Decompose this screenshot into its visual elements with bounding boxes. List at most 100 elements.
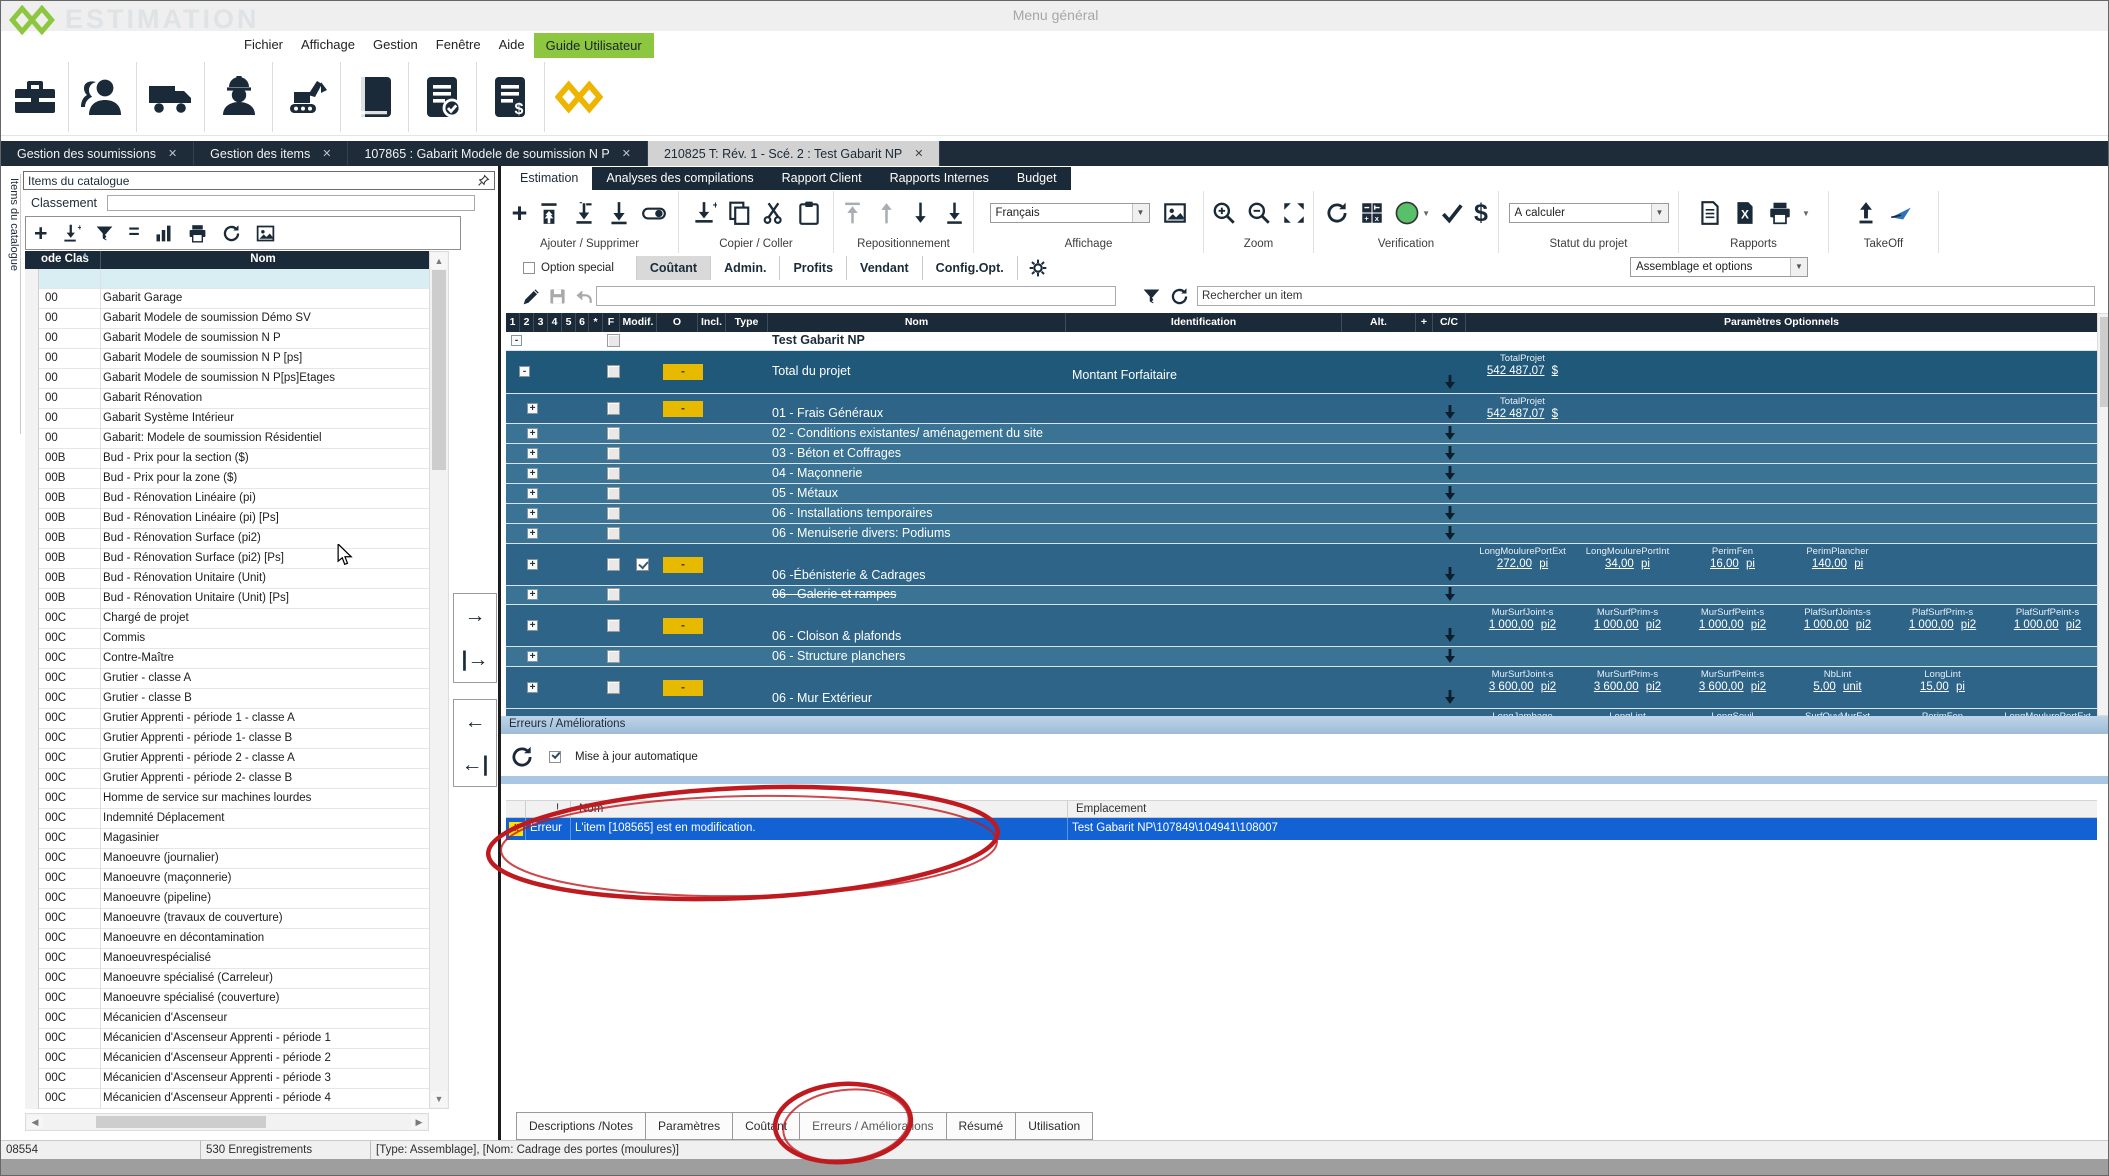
errors-col-severity[interactable]: !: [556, 803, 559, 815]
grid-col-+[interactable]: +: [1416, 313, 1433, 332]
status-indicator[interactable]: ▼: [1394, 200, 1430, 226]
row-selector[interactable]: [25, 1049, 39, 1069]
f-checkbox[interactable]: [607, 527, 620, 540]
expand-icon[interactable]: +: [527, 508, 538, 519]
param-longmoulureportext[interactable]: LongMoulurePortExt272,00 pi: [1470, 546, 1575, 570]
document-tab[interactable]: Gestion des soumissions✕: [1, 141, 194, 166]
catalog-row[interactable]: 00CChargé de projet: [25, 609, 429, 629]
menu-item-fichier[interactable]: Fichier: [235, 33, 292, 56]
menu-item-guide-utilisateur[interactable]: Guide Utilisateur: [534, 33, 654, 58]
param-nblint[interactable]: NbLint5,00 unit: [1785, 669, 1890, 693]
zoom-fit-icon[interactable]: [1281, 200, 1307, 226]
move-top-icon[interactable]: [840, 200, 865, 226]
row-selector[interactable]: [25, 809, 39, 829]
paste-icon[interactable]: [796, 200, 822, 226]
option-flag[interactable]: -: [663, 557, 703, 573]
param-value[interactable]: 34,00 pi: [1575, 558, 1680, 570]
move-left-button[interactable]: ←: [465, 707, 486, 737]
refresh-icon[interactable]: [221, 223, 242, 244]
grid-col-alt-[interactable]: Alt.: [1342, 313, 1416, 332]
bottom-tab-descriptions-notes[interactable]: Descriptions /Notes: [516, 1112, 646, 1140]
row-selector[interactable]: [25, 349, 39, 369]
option-flag[interactable]: -: [663, 618, 703, 634]
refresh-icon[interactable]: [1324, 200, 1350, 226]
scroll-down-icon[interactable]: ▼: [431, 1091, 447, 1107]
param-plafsurfjoints-s[interactable]: PlafSurfJoints-s1 000,00 pi2: [1785, 607, 1890, 631]
close-icon[interactable]: ✕: [914, 147, 923, 160]
worker-icon[interactable]: [205, 62, 273, 132]
upload-icon[interactable]: [1853, 200, 1879, 226]
param-value[interactable]: 1 000,00 pi2: [1890, 619, 1995, 631]
catalog-row[interactable]: 00CGrutier Apprenti - période 1 - classe…: [25, 709, 429, 729]
scissors-icon[interactable]: [761, 200, 787, 226]
grid-row[interactable]: +04 - Maçonnerie: [506, 464, 2097, 484]
move-right-button[interactable]: →: [465, 601, 486, 631]
catalog-row[interactable]: 00BBud - Rénovation Surface (pi2): [25, 529, 429, 549]
catalog-row[interactable]: 00Gabarit Modele de soumission N P [ps]: [25, 349, 429, 369]
move-down-icon[interactable]: [908, 200, 933, 226]
toolbox-icon[interactable]: [1, 62, 69, 132]
row-selector[interactable]: [25, 649, 39, 669]
expand-icon[interactable]: +: [527, 403, 538, 414]
expand-icon[interactable]: +: [527, 528, 538, 539]
menu-item-affichage[interactable]: Affichage: [292, 33, 364, 56]
row-selector[interactable]: [25, 409, 39, 429]
cc-arrow-icon[interactable]: [1444, 649, 1456, 664]
catalog-row[interactable]: 00Gabarit Rénovation: [25, 389, 429, 409]
collapse-icon[interactable]: -: [519, 366, 530, 377]
grid-row[interactable]: +-01 - Frais GénérauxTotalProjet542 487,…: [506, 394, 2097, 424]
move-bottom-icon[interactable]: [942, 200, 967, 226]
grid-vscrollbar[interactable]: [2097, 313, 2109, 716]
catalog-row[interactable]: 00CManoeuvre (travaux de couverture): [25, 909, 429, 929]
catalog-row[interactable]: 00CManoeuvre spécialisé (couverture): [25, 989, 429, 1009]
param-value[interactable]: 3 600,00 pi2: [1575, 681, 1680, 693]
scroll-left-icon[interactable]: ◀: [27, 1115, 43, 1129]
filter-icon[interactable]: [94, 223, 115, 244]
f-checkbox[interactable]: [607, 681, 620, 694]
grid-col-4[interactable]: 4: [548, 313, 562, 332]
filter-icon[interactable]: [1141, 286, 1162, 307]
row-selector[interactable]: [25, 389, 39, 409]
statut-combobox[interactable]: À calculer ▼: [1509, 203, 1669, 223]
row-selector[interactable]: [25, 549, 39, 569]
param-value[interactable]: 16,00 pi: [1680, 558, 1785, 570]
catalog-row[interactable]: 00BBud - Rénovation Linéaire (pi): [25, 489, 429, 509]
row-selector[interactable]: [25, 689, 39, 709]
auto-update-checkbox[interactable]: [549, 751, 561, 763]
grid-col-identification[interactable]: Identification: [1066, 313, 1342, 332]
expand-icon[interactable]: +: [527, 620, 538, 631]
catalog-hscrollbar[interactable]: ◀ ▶: [25, 1113, 429, 1131]
catalog-row[interactable]: 00CMécanicien d'Ascenseur Apprenti - pér…: [25, 1029, 429, 1049]
grid-col-5[interactable]: 5: [562, 313, 576, 332]
move-right-all-button[interactable]: |→: [462, 645, 489, 675]
brand-diamond-gold-icon[interactable]: [545, 62, 613, 132]
grid-vscroll-thumb[interactable]: [2100, 317, 2108, 407]
expand-icon[interactable]: +: [527, 559, 538, 570]
chevron-down-icon[interactable]: ▼: [1802, 209, 1810, 218]
grid-col-o[interactable]: O: [657, 313, 698, 332]
scroll-up-icon[interactable]: ▲: [431, 253, 447, 269]
assemblage-combobox[interactable]: Assemblage et options ▼: [1630, 257, 1808, 277]
row-selector[interactable]: [25, 449, 39, 469]
cc-arrow-icon[interactable]: [1444, 446, 1456, 461]
catalog-row[interactable]: 00CManoeuvre en décontamination: [25, 929, 429, 949]
tab-analyses-des-compilations[interactable]: Analyses des compilations: [592, 167, 767, 190]
catalog-row[interactable]: 00CMécanicien d'Ascenseur Apprenti - pér…: [25, 1049, 429, 1069]
check-icon[interactable]: [1439, 200, 1465, 226]
row-selector[interactable]: [25, 529, 39, 549]
row-selector[interactable]: [25, 469, 39, 489]
grid-row[interactable]: +-06 - Mur ExtérieurMurSurfJoint-s3 600,…: [506, 667, 2097, 709]
f-checkbox[interactable]: [607, 558, 620, 571]
catalog-row[interactable]: 00CMécanicien d'Ascenseur Apprenti - pér…: [25, 1069, 429, 1089]
param-value[interactable]: 272,00 pi: [1470, 558, 1575, 570]
param-mursurfprim-s[interactable]: MurSurfPrim-s1 000,00 pi2: [1575, 607, 1680, 631]
param-mursurfjoint-s[interactable]: MurSurfJoint-s1 000,00 pi2: [1470, 607, 1575, 631]
chevron-down-icon[interactable]: ▼: [1651, 204, 1668, 222]
catalog-row[interactable]: 00CManoeuvre (pipeline): [25, 889, 429, 909]
pin-icon[interactable]: [477, 174, 490, 187]
row-selector[interactable]: [25, 309, 39, 329]
row-selector[interactable]: [25, 789, 39, 809]
f-checkbox[interactable]: [607, 334, 620, 347]
row-selector[interactable]: [25, 509, 39, 529]
grid-row[interactable]: +06 - Galerie et rampes: [506, 586, 2097, 605]
